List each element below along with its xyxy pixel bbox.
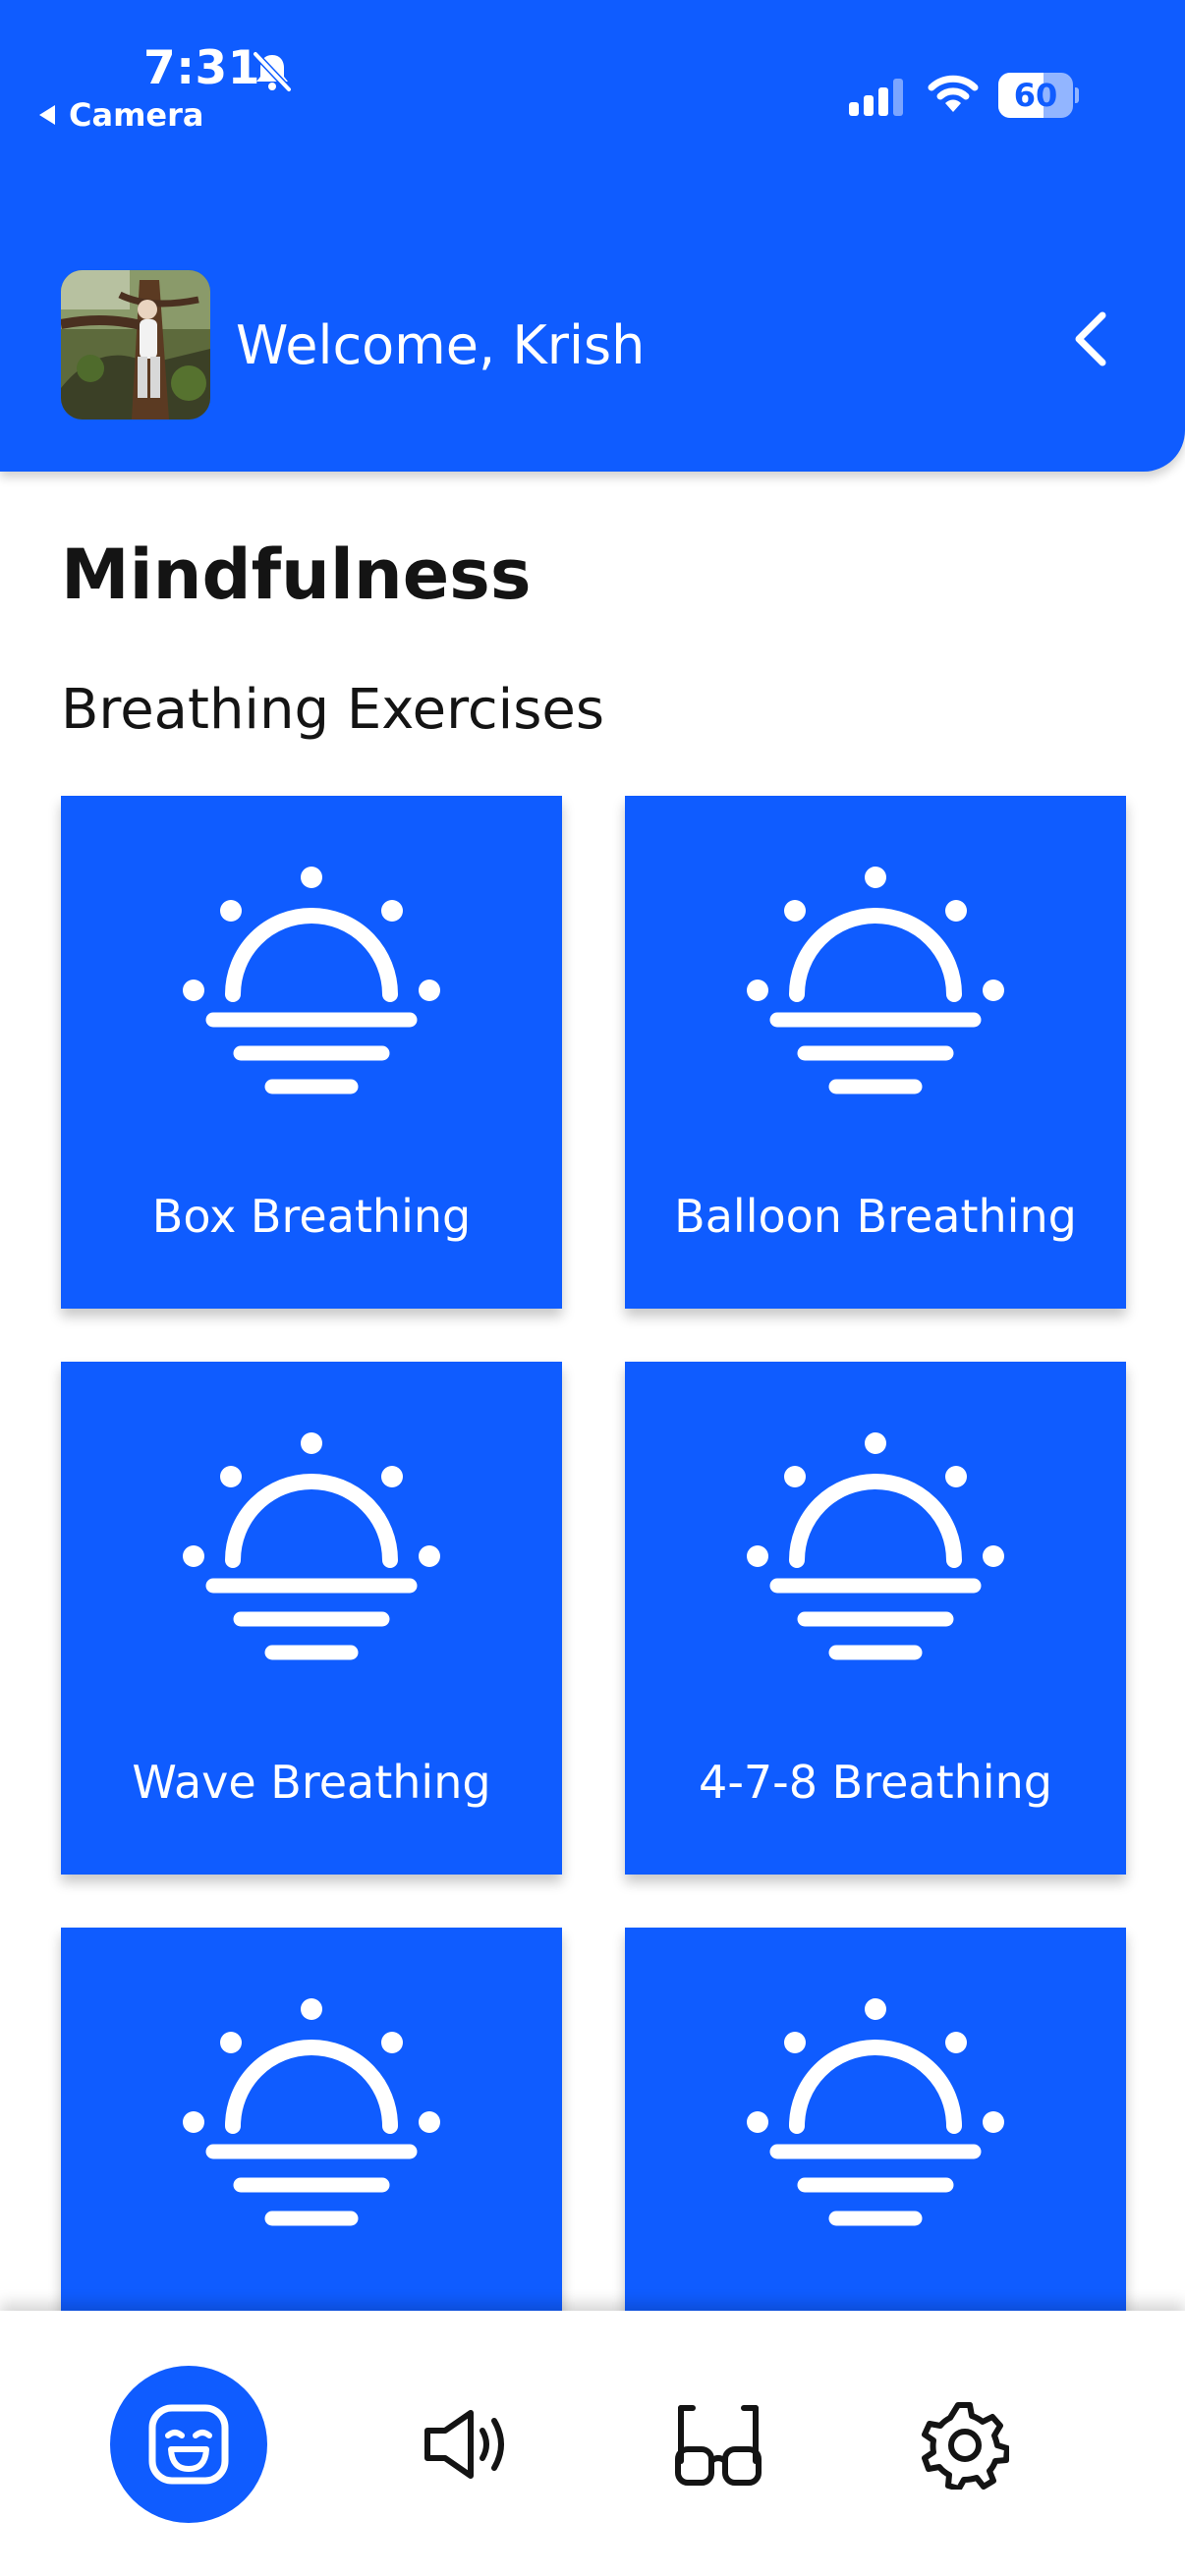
nav-tab-sound[interactable] [413, 2395, 521, 2493]
page-title: Mindfulness [61, 534, 532, 615]
exercise-tile-box-breathing[interactable]: Box Breathing [61, 796, 562, 1309]
bottom-nav [0, 2311, 1185, 2576]
sunrise-icon [746, 1430, 1005, 1690]
exercise-label: Balloon Breathing [674, 1190, 1077, 1243]
chevron-left-icon [1075, 311, 1106, 366]
nav-tab-reading[interactable] [664, 2395, 772, 2493]
status-time: 7:31 [143, 41, 260, 95]
back-app-label: Camera [69, 96, 204, 134]
avatar-photo [61, 270, 210, 420]
speaker-icon [424, 2410, 504, 2479]
battery-body: 60 [998, 73, 1073, 118]
exercise-tile-balloon-breathing[interactable]: Balloon Breathing [625, 796, 1126, 1309]
welcome-text: Welcome, Krish [236, 314, 646, 376]
app-header: 7:31 Camera 60 Welcome, Krish [0, 0, 1185, 472]
battery-level: 60 [1013, 77, 1058, 114]
glasses-icon [675, 2405, 762, 2486]
exercise-tile-478-breathing[interactable]: 4-7-8 Breathing [625, 1362, 1126, 1875]
exercise-tile-wave-breathing[interactable]: Wave Breathing [61, 1362, 562, 1875]
bell-slash-icon [252, 50, 293, 93]
cellular-signal-icon [849, 79, 903, 116]
section-title: Breathing Exercises [61, 678, 605, 742]
battery-tip [1075, 87, 1079, 103]
wifi-icon [928, 75, 979, 112]
header-back-button[interactable] [1061, 305, 1120, 373]
back-to-app-link[interactable]: Camera [37, 96, 204, 134]
gear-icon [922, 2402, 1009, 2490]
sunrise-icon [182, 865, 441, 1124]
back-triangle-icon [39, 105, 55, 125]
happy-face-icon [148, 2404, 229, 2485]
sunrise-icon [746, 1996, 1005, 2256]
sunrise-icon [182, 1430, 441, 1690]
avatar[interactable] [61, 270, 210, 420]
nav-tab-mindfulness[interactable] [110, 2366, 267, 2523]
nav-tab-settings[interactable] [910, 2395, 1018, 2493]
battery-indicator: 60 [998, 73, 1079, 118]
exercise-label: 4-7-8 Breathing [699, 1756, 1052, 1809]
sunrise-icon [746, 865, 1005, 1124]
exercise-label: Box Breathing [151, 1190, 472, 1243]
exercise-label: Wave Breathing [132, 1756, 491, 1809]
sunrise-icon [182, 1996, 441, 2256]
